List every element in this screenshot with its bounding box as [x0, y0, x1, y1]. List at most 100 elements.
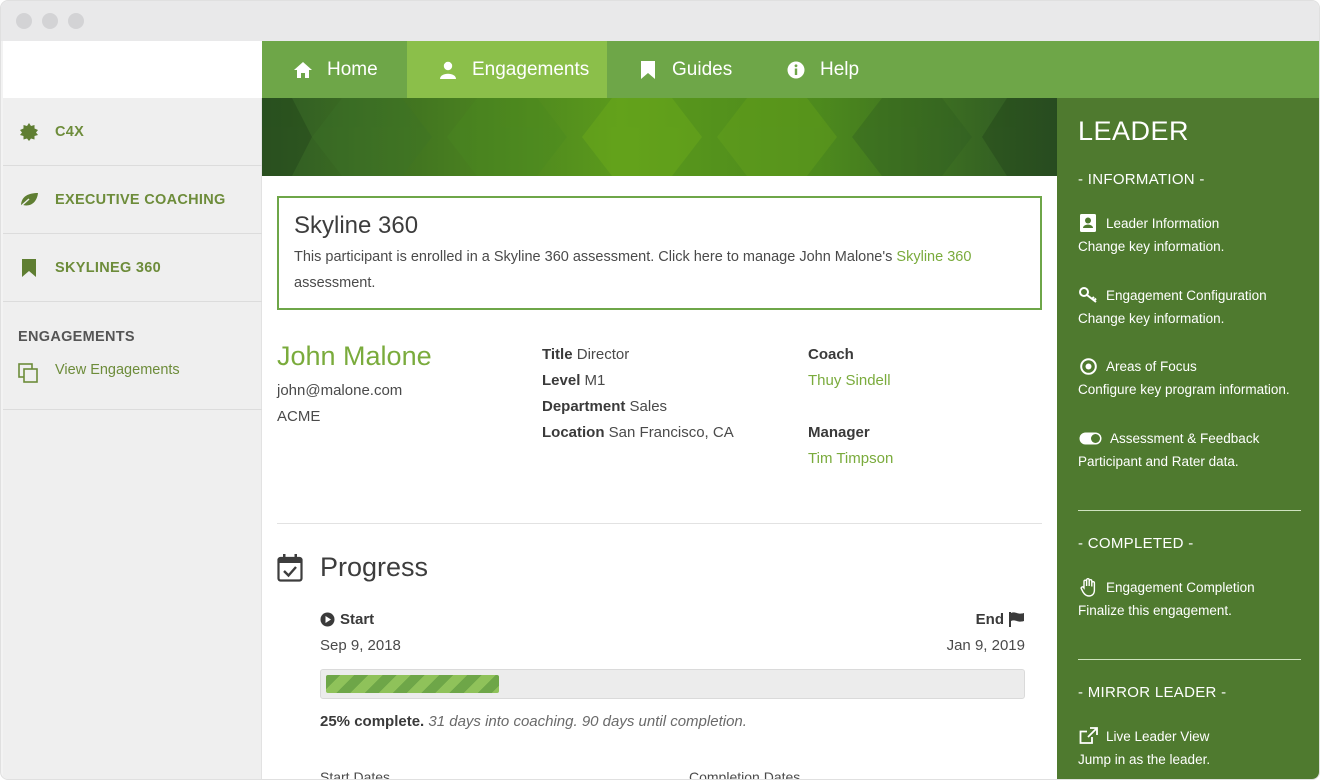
sidebar-item-executive-coaching[interactable]: EXECUTIVE COACHING [3, 166, 262, 234]
panel-divider [1078, 659, 1301, 660]
id-card-icon [1078, 213, 1098, 233]
sidebar-engagements-section: ENGAGEMENTS View Engagements [3, 303, 262, 410]
progress-bar-fill [326, 675, 499, 693]
tab-label: Engagements [472, 58, 590, 80]
toggle-icon [1078, 428, 1102, 448]
field-value: Sales [629, 398, 668, 415]
top-navigation: Home Engagements Guides Help [262, 41, 1319, 98]
tab-guides[interactable]: Guides [607, 41, 757, 98]
manager-label: Manager [808, 424, 870, 441]
participant-company: ACME [277, 408, 321, 425]
notice-text-after: assessment. [294, 275, 376, 291]
progress-detail: 31 days into coaching. 90 days until com… [428, 713, 747, 730]
leaf-icon [19, 190, 39, 210]
field-key: Location [542, 424, 605, 441]
leader-panel: LEADER - INFORMATION - Leader Informatio… [1057, 98, 1319, 779]
main-content: Skyline 360 This participant is enrolled… [262, 176, 1057, 780]
field-value: San Francisco, CA [608, 424, 734, 441]
field-title: Title Director [542, 346, 629, 363]
hand-icon [1078, 577, 1098, 597]
window-minimize-button[interactable] [42, 13, 58, 29]
notice-body: This participant is enrolled in a Skylin… [294, 244, 1014, 296]
panel-divider [1078, 510, 1301, 511]
panel-item-label: Areas of Focus [1106, 358, 1197, 374]
participant-name: John Malone [277, 341, 432, 371]
sidebar: C4X EXECUTIVE COACHING SKYLINEG 360 ENGA… [3, 41, 262, 779]
field-key: Department [542, 398, 626, 415]
field-location: Location San Francisco, CA [542, 424, 734, 441]
field-value: M1 [584, 372, 606, 389]
information-section-heading: - INFORMATION - [1078, 171, 1205, 188]
manager-link[interactable]: Tim Timpson [808, 450, 893, 467]
field-key: Title [542, 346, 573, 363]
end-date: Jan 9, 2019 [946, 637, 1025, 654]
calendar-check-icon [277, 554, 303, 587]
progress-summary: 25% complete. 31 days into coaching. 90 … [320, 713, 747, 730]
panel-item-label: Live Leader View [1106, 728, 1210, 744]
completion-dates-heading: Completion Dates [689, 769, 801, 780]
sidebar-item-c4x[interactable]: C4X [3, 98, 262, 166]
tab-home[interactable]: Home [262, 41, 407, 98]
panel-item-label: Engagement Completion [1106, 579, 1255, 595]
copy-icon [18, 363, 38, 388]
start-label: Start [340, 611, 375, 628]
section-divider [277, 523, 1042, 524]
coach-label: Coach [808, 346, 854, 363]
field-key: Level [542, 372, 581, 389]
engagement-completion-item[interactable]: Engagement Completion Finalize this enga… [1078, 577, 1308, 618]
target-icon [1078, 356, 1098, 376]
progress-heading: Progress [320, 552, 429, 582]
bookmark-icon [19, 258, 39, 278]
window-close-button[interactable] [16, 13, 32, 29]
bookmark-icon [638, 60, 658, 80]
percent-complete: 25% complete. [320, 713, 425, 730]
sidebar-item-label: EXECUTIVE COACHING [55, 191, 226, 208]
panel-item-desc: Jump in as the leader. [1078, 752, 1211, 767]
engagement-configuration-item[interactable]: Engagement Configuration Change key info… [1078, 285, 1308, 326]
mirror-leader-section-heading: - MIRROR LEADER - [1078, 684, 1227, 701]
live-leader-view-item[interactable]: Live Leader View Jump in as the leader. [1078, 726, 1308, 767]
assessment-notice[interactable]: Skyline 360 This participant is enrolled… [277, 196, 1042, 310]
end-label: End [975, 611, 1004, 628]
participant-email: john@malone.com [277, 382, 403, 399]
tab-engagements[interactable]: Engagements [407, 41, 607, 98]
progress-bar [320, 669, 1025, 699]
panel-item-label: Engagement Configuration [1106, 287, 1267, 303]
start-date: Sep 9, 2018 [320, 637, 401, 654]
end-marker: End [976, 611, 1025, 628]
panel-item-desc: Finalize this engagement. [1078, 603, 1232, 618]
tab-help[interactable]: Help [757, 41, 907, 98]
notice-title: Skyline 360 [294, 212, 419, 239]
home-icon [293, 60, 313, 80]
leader-panel-title: LEADER [1078, 116, 1190, 146]
window-zoom-button[interactable] [68, 13, 84, 29]
start-dates-heading: Start Dates [320, 769, 391, 780]
hero-banner [262, 98, 1057, 176]
panel-item-label: Leader Information [1106, 215, 1220, 231]
leader-information-item[interactable]: Leader Information Change key informatio… [1078, 213, 1308, 254]
coach-link[interactable]: Thuy Sindell [808, 372, 891, 389]
flag-icon [1009, 612, 1025, 627]
sidebar-logo-area [3, 41, 262, 98]
skyline-360-link[interactable]: Skyline 360 [896, 249, 971, 265]
start-marker: Start [320, 611, 374, 628]
sidebar-item-skylineg-360[interactable]: SKYLINEG 360 [3, 234, 262, 302]
field-value: Director [576, 346, 630, 363]
tab-label: Guides [672, 58, 733, 80]
tab-label: Help [820, 58, 860, 80]
completed-section-heading: - COMPLETED - [1078, 535, 1194, 552]
notice-text: This participant is enrolled in a Skylin… [294, 249, 897, 265]
assessment-feedback-item[interactable]: Assessment & Feedback Participant and Ra… [1078, 428, 1308, 470]
sidebar-section-heading: ENGAGEMENTS [18, 329, 135, 345]
sidebar-item-label: SKYLINEG 360 [55, 259, 161, 276]
sidebar-item-label: C4X [55, 123, 85, 140]
view-engagements-link[interactable]: View Engagements [55, 362, 180, 378]
panel-item-desc: Change key information. [1078, 239, 1225, 254]
panel-item-desc: Participant and Rater data. [1078, 454, 1239, 469]
info-icon [786, 60, 806, 80]
field-department: Department Sales [542, 398, 667, 415]
areas-of-focus-item[interactable]: Areas of Focus Configure key program inf… [1078, 356, 1308, 397]
user-icon [438, 60, 458, 80]
tab-label: Home [327, 58, 378, 80]
app-window: C4X EXECUTIVE COACHING SKYLINEG 360 ENGA… [0, 0, 1320, 780]
